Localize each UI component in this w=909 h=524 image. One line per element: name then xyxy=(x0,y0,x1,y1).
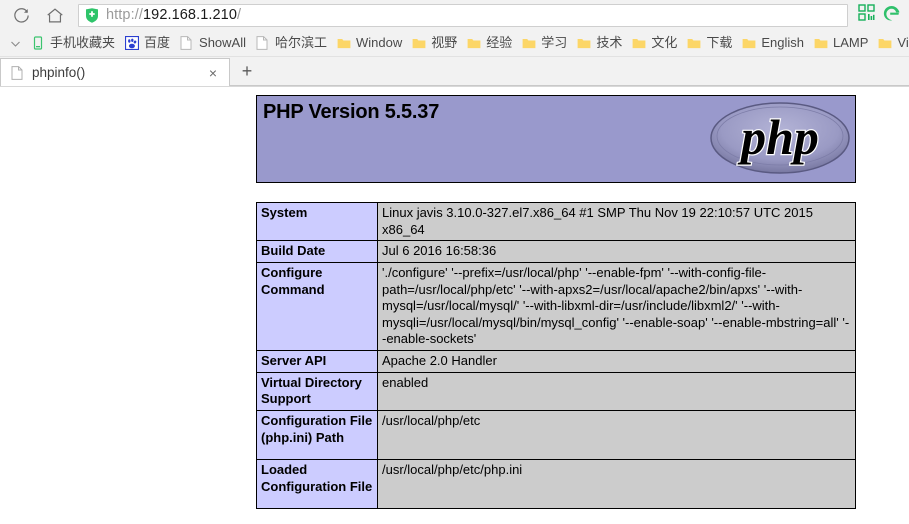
bookmark-folder-xiazai[interactable]: 下载 xyxy=(682,32,737,54)
new-tab-button[interactable]: + xyxy=(230,57,264,85)
row-value: './configure' '--prefix=/usr/local/php' … xyxy=(377,261,856,352)
table-row: Server API Apache 2.0 Handler xyxy=(256,350,856,373)
bookmark-label: 视野 xyxy=(431,35,458,50)
qr-code-button[interactable] xyxy=(856,4,876,26)
php-logo-icon: php xyxy=(708,99,853,177)
phpinfo-table: System Linux javis 3.10.0-327.el7.x86_64… xyxy=(256,201,856,509)
row-key: Virtual Directory Support xyxy=(256,371,378,411)
bookmark-folder-jishu[interactable]: 技术 xyxy=(572,32,627,54)
bookmarks-bar: 手机收藏夹 百度 ShowAll 哈尔滨工 Window 视野 经验 学习 技术… xyxy=(0,30,909,57)
page-title: PHP Version 5.5.37 xyxy=(263,101,440,123)
folder-icon xyxy=(878,36,892,50)
folder-icon xyxy=(742,36,756,50)
bookmark-folder-visualst[interactable]: VisualSt xyxy=(873,32,909,54)
bookmark-folder-shiye[interactable]: 视野 xyxy=(407,32,462,54)
reload-button[interactable] xyxy=(4,1,38,29)
chevron-down-icon xyxy=(10,34,20,52)
bookmark-label: ShowAll xyxy=(199,35,246,50)
row-key: Configure Command xyxy=(256,261,378,352)
row-key: Loaded Configuration File xyxy=(256,458,378,509)
baidu-paw-icon xyxy=(124,35,140,51)
page-icon xyxy=(11,65,24,80)
bookmark-label: Window xyxy=(356,35,403,50)
browser-menu-button[interactable] xyxy=(881,5,901,25)
row-value: Apache 2.0 Handler xyxy=(377,350,856,373)
home-button[interactable] xyxy=(38,1,72,29)
url-host: 192.168.1.210 xyxy=(142,7,238,23)
row-value: Jul 6 2016 16:58:36 xyxy=(377,240,856,263)
folder-icon xyxy=(814,36,828,50)
folder-icon xyxy=(337,36,351,50)
folder-icon xyxy=(412,36,426,50)
folder-icon xyxy=(577,36,591,50)
qr-code-icon xyxy=(857,4,875,26)
bookmark-item-harbin[interactable]: 哈尔滨工 xyxy=(251,32,332,54)
bookmark-item-mobile-favorites[interactable]: 手机收藏夹 xyxy=(26,32,120,54)
bookmark-folder-lamp[interactable]: LAMP xyxy=(809,32,873,54)
bookmark-label: English xyxy=(761,35,804,50)
row-value: enabled xyxy=(377,371,856,411)
folder-icon xyxy=(467,36,481,50)
page-icon xyxy=(180,36,194,50)
bookmark-item-showall[interactable]: ShowAll xyxy=(175,32,251,54)
url-scheme: http:// xyxy=(106,7,143,23)
reload-icon xyxy=(12,6,31,25)
browser-toolbar: http://192.168.1.210/ xyxy=(0,0,909,30)
folder-icon xyxy=(522,36,536,50)
table-row: System Linux javis 3.10.0-327.el7.x86_64… xyxy=(256,201,856,242)
row-value: Linux javis 3.10.0-327.el7.x86_64 #1 SMP… xyxy=(377,201,856,242)
browser-chrome: http://192.168.1.210/ 手机收藏夹 百度 ShowAll 哈… xyxy=(0,0,909,87)
row-key: Build Date xyxy=(256,240,378,263)
toolbar-right-actions xyxy=(856,4,903,26)
bookmark-label: 文化 xyxy=(651,35,678,50)
address-bar[interactable]: http://192.168.1.210/ xyxy=(78,3,848,27)
table-row: Loaded Configuration File /usr/local/php… xyxy=(256,458,856,509)
page-viewport: PHP Version 5.5.37 php System Linux javi… xyxy=(0,87,909,515)
row-value: /usr/local/php/etc xyxy=(377,409,856,460)
bookmark-folder-english[interactable]: English xyxy=(737,32,809,54)
php-logo-text: php xyxy=(737,109,819,165)
url-text: http://192.168.1.210/ xyxy=(106,7,241,23)
bookmark-label: 百度 xyxy=(144,35,171,50)
bookmark-label: 下载 xyxy=(706,35,733,50)
table-row: Configuration File (php.ini) Path /usr/l… xyxy=(256,409,856,460)
bookmark-label: VisualSt xyxy=(897,35,909,50)
bookmark-label: 经验 xyxy=(486,35,513,50)
row-value: /usr/local/php/etc/php.ini xyxy=(377,458,856,509)
row-key: Server API xyxy=(256,350,378,373)
row-key: Configuration File (php.ini) Path xyxy=(256,409,378,460)
bookmark-folder-wenhua[interactable]: 文化 xyxy=(627,32,682,54)
tab-strip: phpinfo() × + xyxy=(0,57,909,86)
table-row: Configure Command './configure' '--prefi… xyxy=(256,261,856,352)
home-icon xyxy=(45,6,65,25)
bookmark-label: 手机收藏夹 xyxy=(50,35,116,50)
tab-title: phpinfo() xyxy=(32,65,86,80)
tab-phpinfo[interactable]: phpinfo() × xyxy=(0,58,230,86)
page-icon xyxy=(256,36,270,50)
table-row: Virtual Directory Support enabled xyxy=(256,371,856,411)
bookmark-label: LAMP xyxy=(833,35,869,50)
table-row: Build Date Jul 6 2016 16:58:36 xyxy=(256,240,856,263)
url-path: / xyxy=(237,7,242,23)
folder-icon xyxy=(632,36,646,50)
php-version-banner: PHP Version 5.5.37 php xyxy=(256,95,856,183)
bookmark-label: 学习 xyxy=(541,35,568,50)
bookmark-item-baidu[interactable]: 百度 xyxy=(120,32,175,54)
bookmarks-overflow-button[interactable] xyxy=(6,32,24,54)
bookmark-label: 技术 xyxy=(596,35,623,50)
close-icon[interactable]: × xyxy=(205,65,221,81)
green-shield-check-icon[interactable] xyxy=(85,7,99,23)
bookmark-folder-xuexi[interactable]: 学习 xyxy=(517,32,572,54)
folder-icon xyxy=(687,36,701,50)
row-key: System xyxy=(256,201,378,242)
mobile-phone-icon xyxy=(31,36,45,50)
bookmark-folder-jingyan[interactable]: 经验 xyxy=(462,32,517,54)
green-e-browser-icon xyxy=(882,4,901,27)
bookmark-folder-window[interactable]: Window xyxy=(332,32,407,54)
bookmark-label: 哈尔滨工 xyxy=(275,35,328,50)
phpinfo-page: PHP Version 5.5.37 php System Linux javi… xyxy=(256,87,856,509)
